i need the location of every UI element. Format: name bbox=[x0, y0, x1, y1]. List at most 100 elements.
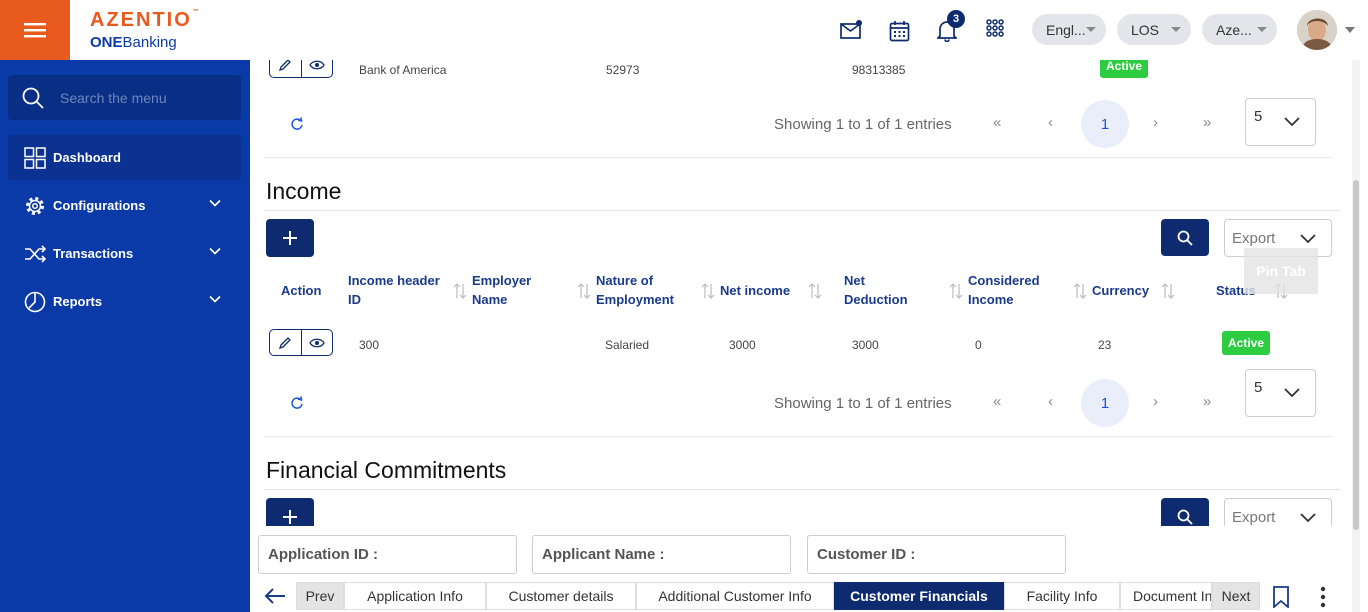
dashboard-icon bbox=[24, 146, 46, 169]
section-title-income: Income bbox=[266, 178, 342, 204]
sort-icon[interactable] bbox=[577, 282, 591, 300]
search-placeholder: Search the menu bbox=[60, 89, 167, 106]
view-button[interactable] bbox=[300, 330, 332, 355]
sidebar: AZENTIO™ ONEBanking Search the menu Dash… bbox=[0, 0, 250, 612]
sort-icon[interactable] bbox=[949, 282, 963, 300]
table-search-button[interactable] bbox=[1161, 498, 1209, 526]
search-icon bbox=[22, 87, 44, 109]
page-size-select[interactable]: 5 bbox=[1245, 98, 1316, 146]
bookmark-icon[interactable] bbox=[1272, 586, 1290, 608]
next-tab-button[interactable]: Next bbox=[1212, 582, 1260, 610]
prev-page-button[interactable]: ‹ bbox=[1048, 393, 1053, 410]
cell-text: 0 bbox=[975, 338, 982, 352]
table-row: 300 Salaried 3000 3000 0 23 Active bbox=[258, 317, 1340, 367]
cell-text: Salaried bbox=[605, 338, 650, 352]
column-header-net-deduction[interactable]: Net Deduction bbox=[844, 271, 924, 309]
prev-page-button[interactable]: ‹ bbox=[1048, 114, 1053, 131]
entity-dropdown[interactable]: Aze... bbox=[1202, 14, 1277, 45]
top-bar: 3 Engl... LOS Aze... bbox=[250, 0, 1360, 60]
sort-icon[interactable] bbox=[701, 282, 715, 300]
tab-customer-details[interactable]: Customer details bbox=[486, 582, 636, 610]
column-header-net-income[interactable]: Net income bbox=[720, 281, 790, 300]
column-header-income-header-id[interactable]: Income header ID bbox=[348, 271, 448, 309]
page-size-select[interactable]: 5 bbox=[1245, 369, 1316, 417]
last-page-button[interactable]: » bbox=[1203, 114, 1211, 131]
entity-value: Aze... bbox=[1216, 21, 1252, 38]
menu-search-input[interactable]: Search the menu bbox=[8, 75, 241, 120]
refresh-icon[interactable] bbox=[290, 116, 304, 132]
edit-button[interactable] bbox=[270, 60, 301, 77]
mail-icon[interactable] bbox=[840, 20, 862, 40]
sort-icon[interactable] bbox=[808, 282, 822, 300]
sidebar-item-dashboard[interactable]: Dashboard bbox=[8, 135, 241, 180]
chevron-down-icon bbox=[209, 295, 221, 303]
back-arrow-icon[interactable] bbox=[264, 587, 286, 605]
more-vertical-icon[interactable] bbox=[1320, 586, 1326, 608]
add-commitment-button[interactable] bbox=[266, 498, 314, 526]
sidebar-item-label: Reports bbox=[53, 294, 103, 309]
next-page-button[interactable]: › bbox=[1153, 114, 1158, 131]
search-icon bbox=[1177, 230, 1193, 246]
tab-customer-financials[interactable]: Customer Financials bbox=[834, 582, 1004, 610]
sidebar-item-configurations[interactable]: Configurations bbox=[8, 183, 241, 228]
sidebar-item-reports[interactable]: Reports bbox=[8, 279, 241, 324]
row-actions bbox=[269, 60, 333, 78]
page-scrollbar[interactable] bbox=[1352, 60, 1360, 612]
application-id-field: Application ID : bbox=[258, 535, 517, 574]
avatar[interactable] bbox=[1297, 10, 1337, 50]
row-actions bbox=[269, 329, 333, 356]
scrollbar-thumb[interactable] bbox=[1353, 180, 1359, 530]
cell-text: 98313385 bbox=[852, 63, 906, 77]
table-search-button[interactable] bbox=[1161, 219, 1209, 256]
tab-document-info[interactable]: Document Info bbox=[1120, 582, 1212, 610]
sort-icon[interactable] bbox=[1161, 282, 1175, 300]
column-header-currency[interactable]: Currency bbox=[1092, 281, 1149, 300]
sort-icon[interactable] bbox=[453, 282, 467, 300]
chevron-down-icon bbox=[1300, 234, 1316, 244]
hamburger-menu-button[interactable] bbox=[0, 0, 70, 60]
export-dropdown[interactable]: Export bbox=[1224, 498, 1332, 526]
divider bbox=[264, 489, 1340, 490]
status-badge: Active bbox=[1222, 331, 1271, 355]
pagination-bar: Showing 1 to 1 of 1 entries « ‹ 1 › » 5 bbox=[264, 90, 1332, 158]
pin-tab-tooltip[interactable]: Pin Tab bbox=[1244, 248, 1318, 294]
pagination-info: Showing 1 to 1 of 1 entries bbox=[774, 116, 952, 133]
tab-facility-info[interactable]: Facility Info bbox=[1004, 582, 1120, 610]
plus-icon bbox=[283, 231, 297, 245]
apps-grid-icon[interactable] bbox=[986, 19, 1004, 37]
refresh-icon[interactable] bbox=[290, 395, 304, 411]
applicant-name-field: Applicant Name : bbox=[532, 535, 791, 574]
add-income-button[interactable] bbox=[266, 219, 314, 257]
edit-button[interactable] bbox=[270, 330, 301, 355]
last-page-button[interactable]: » bbox=[1203, 393, 1211, 410]
first-page-button[interactable]: « bbox=[993, 114, 1001, 131]
sort-icon[interactable] bbox=[1073, 282, 1087, 300]
cell-text: 23 bbox=[1098, 338, 1112, 352]
next-page-button[interactable]: › bbox=[1153, 393, 1158, 410]
view-button[interactable] bbox=[300, 60, 332, 77]
divider bbox=[264, 210, 1340, 211]
pencil-icon bbox=[279, 336, 292, 349]
current-page-button[interactable]: 1 bbox=[1081, 379, 1129, 427]
cell-text: 3000 bbox=[852, 338, 879, 352]
cell-text: 3000 bbox=[729, 338, 756, 352]
cell-text: 52973 bbox=[606, 63, 640, 77]
sidebar-item-label: Dashboard bbox=[53, 150, 121, 165]
sidebar-item-label: Configurations bbox=[53, 198, 146, 213]
brand-name: AZENTIO™ bbox=[90, 9, 199, 31]
prev-tab-button[interactable]: Prev bbox=[296, 582, 344, 610]
column-header-nature-of-employment[interactable]: Nature of Employment bbox=[596, 271, 696, 309]
tab-application-info[interactable]: Application Info bbox=[344, 582, 486, 610]
tab-additional-customer-info[interactable]: Additional Customer Info bbox=[636, 582, 834, 610]
module-dropdown[interactable]: LOS bbox=[1117, 14, 1191, 45]
current-page-button[interactable]: 1 bbox=[1081, 100, 1129, 148]
column-header-considered-income[interactable]: Considered Income bbox=[968, 271, 1058, 309]
first-page-button[interactable]: « bbox=[993, 393, 1001, 410]
profile-caret-icon[interactable] bbox=[1345, 27, 1355, 33]
shuffle-icon bbox=[24, 243, 46, 265]
pie-chart-icon bbox=[24, 291, 46, 313]
column-header-employer-name[interactable]: Employer Name bbox=[472, 271, 567, 309]
calendar-icon[interactable] bbox=[889, 20, 911, 42]
sidebar-item-transactions[interactable]: Transactions bbox=[8, 231, 241, 276]
language-dropdown[interactable]: Engl... bbox=[1032, 14, 1106, 45]
